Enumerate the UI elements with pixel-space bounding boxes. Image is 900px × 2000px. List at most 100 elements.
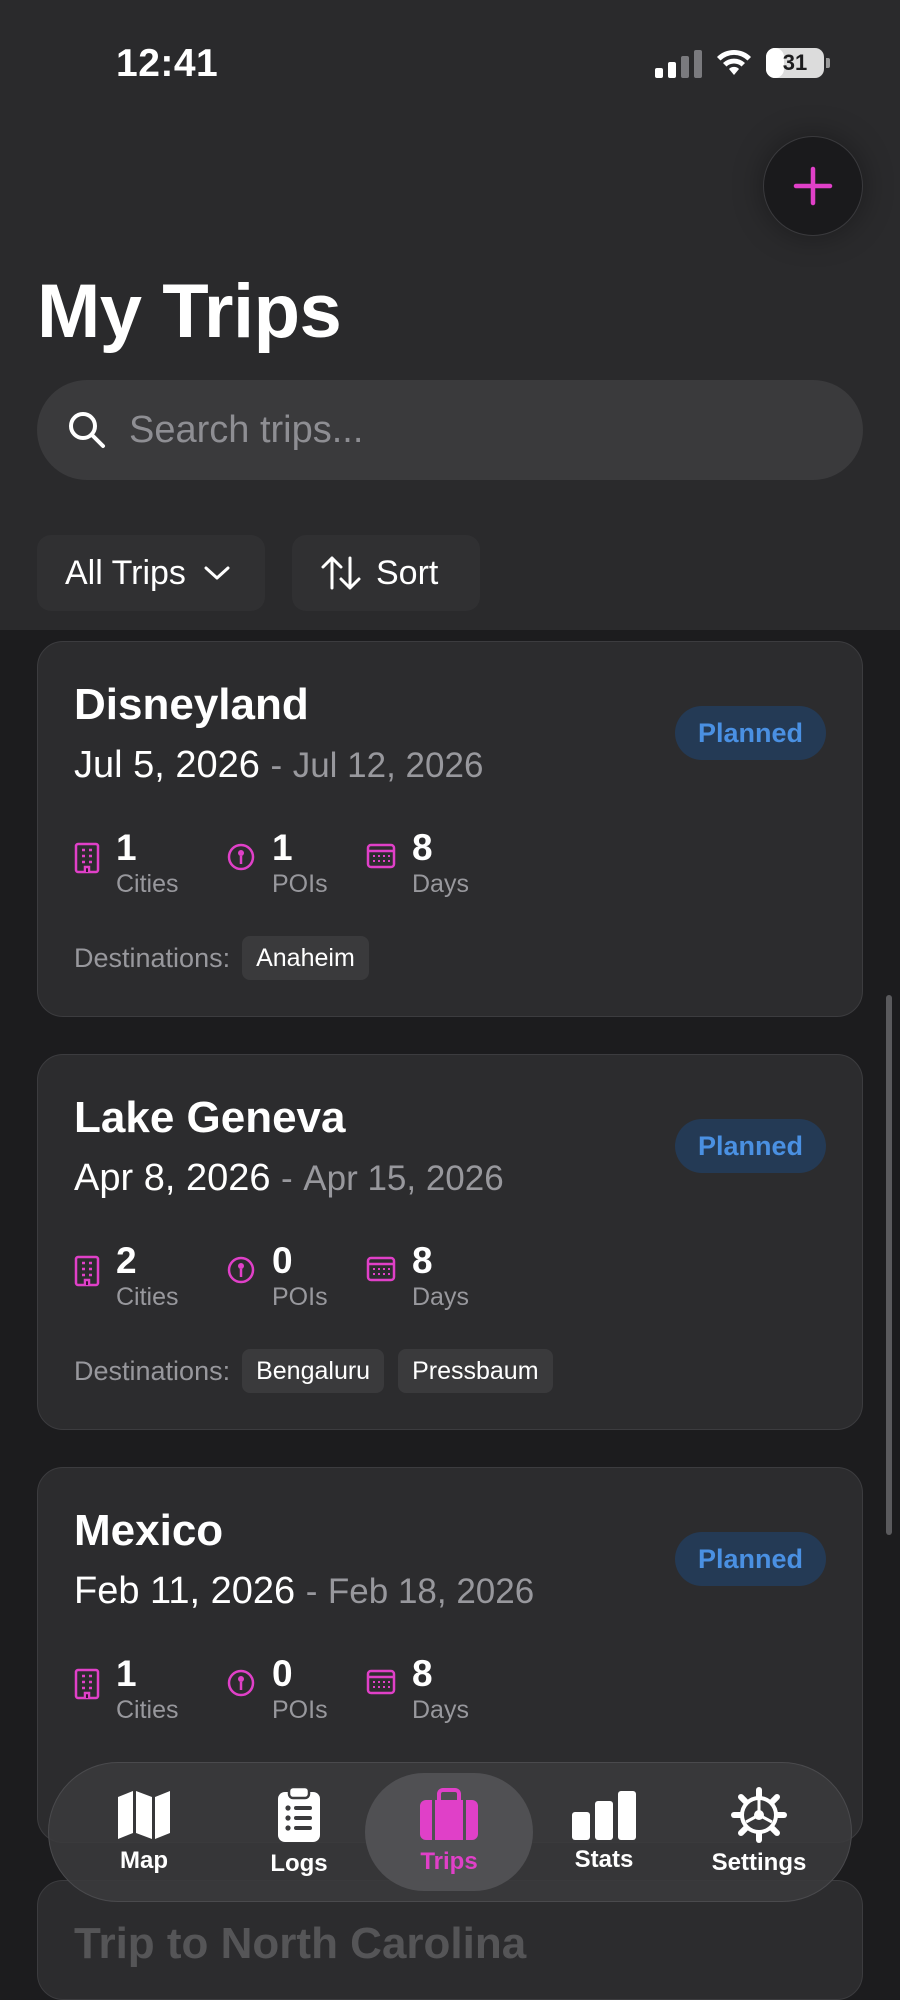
pois-count: 0 (272, 1240, 293, 1281)
bar-chart-icon (572, 1791, 636, 1840)
date-separator: - (305, 1572, 318, 1611)
calendar-icon (366, 843, 396, 869)
sort-arrows-icon (321, 556, 361, 590)
trip-dates: Apr 8, 2026 - Apr 15, 2026 (74, 1157, 504, 1200)
stat-days: 8 Days (366, 1654, 469, 1725)
trip-stats: 1 Cities 0 POIs 8 Days (74, 1654, 469, 1725)
trip-name: Mexico (74, 1506, 224, 1555)
destinations-row: Destinations: Bengaluru Pressbaum (74, 1349, 567, 1393)
stat-pois: 0 POIs (226, 1654, 366, 1725)
trip-dates: Feb 11, 2026 - Feb 18, 2026 (74, 1570, 534, 1613)
trip-card-lake-geneva[interactable]: Lake Geneva Apr 8, 2026 - Apr 15, 2026 P… (37, 1054, 863, 1430)
date-separator: - (270, 746, 283, 785)
stat-days: 8 Days (366, 828, 469, 899)
map-icon (118, 1791, 170, 1839)
page-title: My Trips (37, 269, 342, 354)
tab-label: Stats (574, 1846, 634, 1873)
cellular-signal-icon (655, 48, 702, 78)
tab-label: Trips (420, 1848, 478, 1875)
destinations-label: Destinations: (74, 1355, 231, 1386)
pois-label: POIs (272, 870, 328, 898)
trip-name: Disneyland (74, 680, 309, 729)
destination-chip: Bengaluru (242, 1349, 385, 1393)
days-label: Days (412, 1283, 469, 1311)
stat-pois: 1 POIs (226, 828, 366, 899)
tab-label: Settings (711, 1849, 807, 1876)
days-count: 8 (412, 1653, 433, 1694)
trip-name: Lake Geneva (74, 1093, 346, 1142)
pois-label: POIs (272, 1283, 328, 1311)
days-label: Days (412, 1696, 469, 1724)
cities-label: Cities (116, 1696, 179, 1724)
trip-start-date: Feb 11, 2026 (74, 1570, 296, 1612)
gear-icon (731, 1787, 787, 1843)
stat-cities: 1 Cities (74, 828, 226, 899)
tab-settings[interactable]: Settings (694, 1763, 824, 1901)
chevron-down-icon (204, 566, 230, 580)
status-icons: 31 (655, 48, 830, 78)
trip-end-date: Jul 12, 2026 (292, 746, 484, 785)
cities-count: 1 (116, 1653, 137, 1694)
destinations-row: Destinations: Anaheim (74, 936, 383, 980)
status-badge: Planned (674, 1532, 826, 1586)
sort-label: Sort (376, 553, 439, 592)
status-badge: Planned (674, 706, 826, 760)
calendar-icon (366, 1669, 396, 1695)
building-icon (74, 1668, 100, 1700)
destinations-label: Destinations: (74, 942, 231, 973)
tab-trips[interactable]: Trips (365, 1763, 533, 1901)
trip-stats: 2 Cities 0 POIs 8 Days (74, 1241, 469, 1312)
scrollbar[interactable] (886, 995, 892, 1535)
battery-level: 31 (782, 50, 808, 75)
trip-end-date: Feb 18, 2026 (327, 1572, 535, 1611)
suitcase-icon (420, 1788, 478, 1840)
sort-button[interactable]: Sort (292, 535, 480, 611)
all-trips-filter[interactable]: All Trips (37, 535, 265, 611)
cities-count: 2 (116, 1240, 137, 1281)
pin-icon (227, 1256, 255, 1284)
search-input[interactable] (127, 407, 863, 453)
add-trip-button[interactable] (763, 136, 863, 236)
tab-stats[interactable]: Stats (549, 1763, 659, 1901)
wifi-icon (717, 49, 751, 75)
trip-start-date: Jul 5, 2026 (74, 744, 260, 786)
calendar-icon (366, 1256, 396, 1282)
days-count: 8 (412, 1240, 433, 1281)
building-icon (74, 1255, 100, 1287)
building-icon (74, 842, 100, 874)
status-time: 12:41 (116, 42, 219, 85)
plus-icon (793, 166, 833, 206)
date-separator: - (281, 1159, 293, 1198)
search-bar[interactable] (37, 380, 863, 480)
stat-pois: 0 POIs (226, 1241, 366, 1312)
stat-days: 8 Days (366, 1241, 469, 1312)
pin-icon (227, 843, 255, 871)
stat-cities: 1 Cities (74, 1654, 226, 1725)
trip-name: Trip to North Carolina (74, 1919, 527, 1968)
trip-card-disneyland[interactable]: Disneyland Jul 5, 2026 - Jul 12, 2026 Pl… (37, 641, 863, 1017)
tab-map[interactable]: Map (89, 1763, 199, 1901)
cities-label: Cities (116, 870, 179, 898)
trip-dates: Jul 5, 2026 - Jul 12, 2026 (74, 744, 483, 787)
cities-label: Cities (116, 1283, 179, 1311)
all-trips-label: All Trips (65, 553, 186, 592)
days-label: Days (412, 870, 469, 898)
search-icon (69, 412, 105, 448)
status-badge: Planned (674, 1119, 826, 1173)
tab-label: Map (120, 1847, 168, 1874)
clipboard-icon (278, 1786, 320, 1842)
pois-count: 0 (272, 1653, 293, 1694)
tab-label: Logs (270, 1850, 328, 1877)
tab-logs[interactable]: Logs (244, 1763, 354, 1901)
trip-end-date: Apr 15, 2026 (303, 1159, 504, 1198)
days-count: 8 (412, 827, 433, 868)
tab-bar: Map Logs Trips Stats Settings (48, 1762, 852, 1902)
stat-cities: 2 Cities (74, 1241, 226, 1312)
pin-icon (227, 1669, 255, 1697)
battery-icon: 31 (766, 48, 830, 78)
trip-stats: 1 Cities 1 POIs 8 Days (74, 828, 469, 899)
trip-start-date: Apr 8, 2026 (74, 1157, 271, 1199)
destination-chip: Anaheim (242, 936, 369, 980)
cities-count: 1 (116, 827, 137, 868)
pois-label: POIs (272, 1696, 328, 1724)
